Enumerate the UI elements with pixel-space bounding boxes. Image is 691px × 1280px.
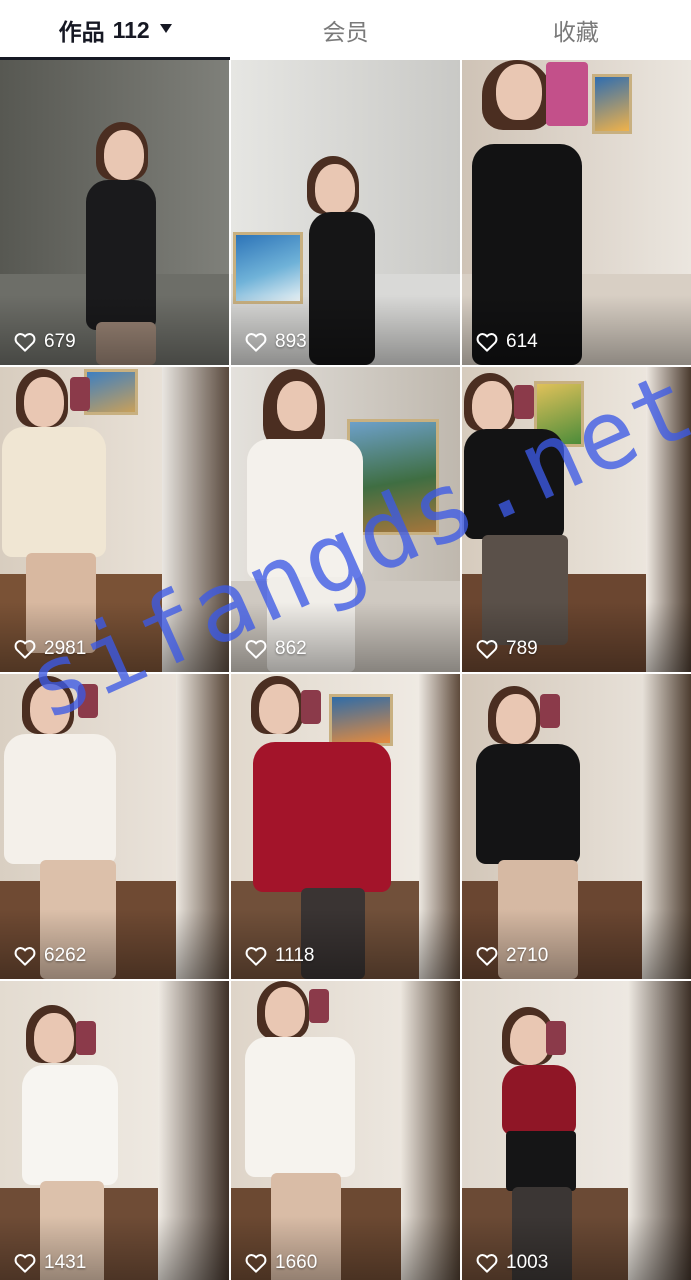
like-count: 2981 <box>14 638 86 660</box>
like-count: 6262 <box>14 945 86 967</box>
like-count-value: 1431 <box>44 1252 87 1273</box>
tab-favorites[interactable]: 收藏 <box>461 0 691 60</box>
video-thumbnail[interactable]: 893 <box>231 60 460 365</box>
heart-icon <box>476 947 498 966</box>
like-count-value: 893 <box>275 331 307 352</box>
like-count: 679 <box>14 331 76 353</box>
like-count: 1660 <box>245 1252 317 1274</box>
tab-works[interactable]: 作品 112 <box>0 0 231 60</box>
like-count: 1003 <box>476 1252 548 1274</box>
video-thumbnail[interactable]: 679 <box>0 60 229 365</box>
heart-icon <box>476 1254 498 1273</box>
heart-icon <box>245 1254 267 1273</box>
video-grid: 679 893 614 2981 862 789 6262 1118 2710 … <box>0 60 691 1280</box>
like-count-value: 862 <box>275 638 307 659</box>
video-thumbnail[interactable]: 1660 <box>231 981 460 1280</box>
like-count-value: 789 <box>506 638 538 659</box>
like-count-value: 1660 <box>275 1252 318 1273</box>
like-count-value: 6262 <box>44 945 87 966</box>
thumbnail-shade <box>231 295 460 365</box>
like-count: 614 <box>476 331 538 353</box>
tab-favorites-label: 收藏 <box>552 19 599 45</box>
video-thumbnail[interactable]: 2981 <box>0 367 229 672</box>
like-count: 862 <box>245 638 307 660</box>
thumbnail-shade <box>462 909 691 979</box>
video-thumbnail[interactable]: 614 <box>462 60 691 365</box>
video-thumbnail[interactable]: 789 <box>462 367 691 672</box>
video-thumbnail[interactable]: 6262 <box>0 674 229 979</box>
like-count-value: 614 <box>506 331 538 352</box>
profile-tab-bar: 作品 112 会员 收藏 <box>0 0 691 60</box>
heart-icon <box>245 333 267 352</box>
video-thumbnail[interactable]: 2710 <box>462 674 691 979</box>
like-count: 2710 <box>476 945 548 967</box>
like-count-value: 2710 <box>506 945 549 966</box>
like-count-value: 2981 <box>44 638 87 659</box>
heart-icon <box>14 640 36 659</box>
like-count: 1118 <box>245 945 314 967</box>
heart-icon <box>14 333 36 352</box>
heart-icon <box>245 640 267 659</box>
video-thumbnail[interactable]: 1431 <box>0 981 229 1280</box>
caret-down-icon[interactable] <box>159 23 172 33</box>
like-count: 789 <box>476 638 538 660</box>
heart-icon <box>476 640 498 659</box>
thumbnail-shade <box>0 602 229 672</box>
tab-membership[interactable]: 会员 <box>230 0 460 60</box>
thumbnail-shade <box>231 909 460 979</box>
video-thumbnail[interactable]: 862 <box>231 367 460 672</box>
thumbnail-shade <box>0 909 229 979</box>
video-thumbnail[interactable]: 1118 <box>231 674 460 979</box>
thumbnail-shade <box>0 295 229 365</box>
thumbnail-shade <box>462 602 691 672</box>
like-count-value: 1118 <box>275 945 315 966</box>
heart-icon <box>14 1254 36 1273</box>
heart-icon <box>245 947 267 966</box>
like-count: 893 <box>245 331 307 353</box>
like-count-value: 1003 <box>506 1252 549 1273</box>
heart-icon <box>476 333 498 352</box>
tab-works-label: 作品 <box>58 19 105 45</box>
thumbnail-shade <box>231 602 460 672</box>
thumbnail-shade <box>462 295 691 365</box>
video-thumbnail[interactable]: 1003 <box>462 981 691 1280</box>
heart-icon <box>14 947 36 966</box>
tab-membership-label: 会员 <box>322 19 369 45</box>
tab-works-count: 112 <box>112 16 150 43</box>
like-count-value: 679 <box>44 331 76 352</box>
like-count: 1431 <box>14 1252 86 1274</box>
